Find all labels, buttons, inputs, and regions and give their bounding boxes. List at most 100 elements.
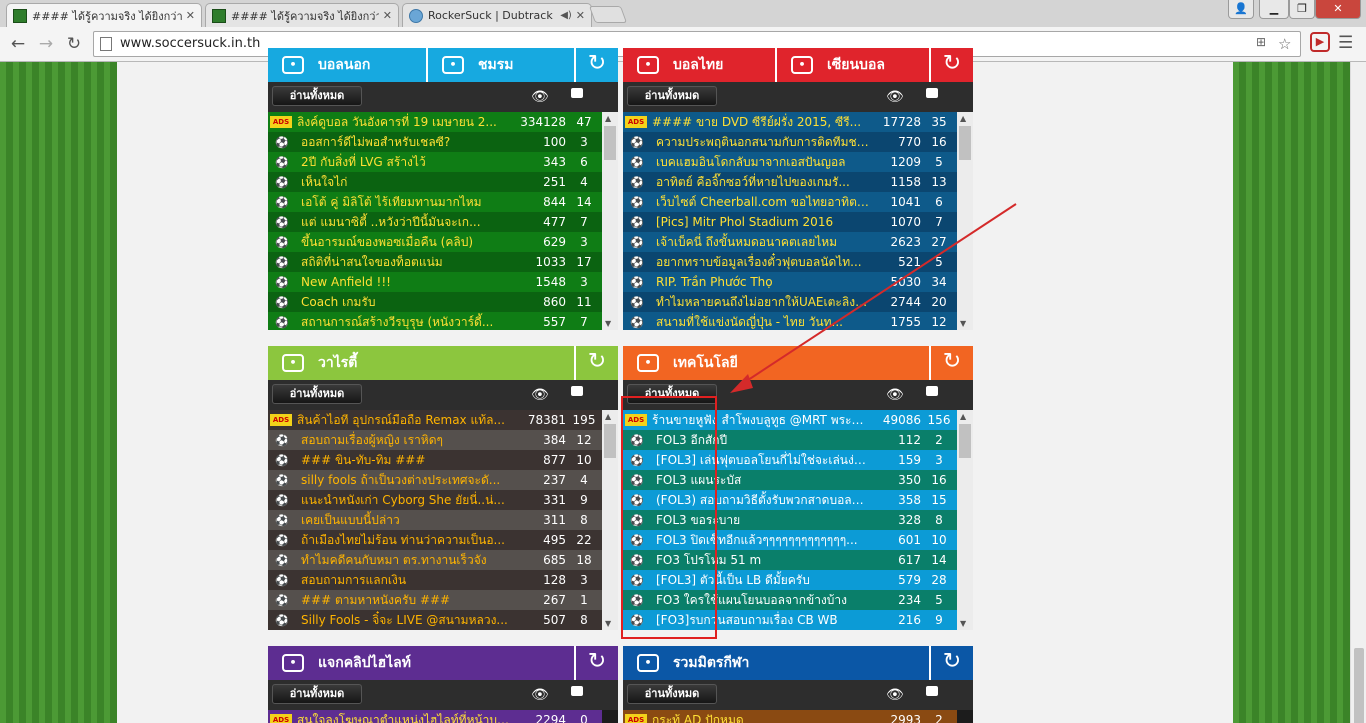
topic-title[interactable]: ร้านขายหูฟัง สำโพงบลูทูธ @MRT พระรา... — [652, 411, 869, 430]
topic-title[interactable]: ### ขิน-ทับ-ทิม ### — [301, 451, 514, 470]
topic-row[interactable]: ⚽ สถิติที่น่าสนใจของท็อตแน่ม 1033 17 — [268, 252, 602, 272]
close-window-button[interactable]: ✕ — [1315, 0, 1361, 19]
scroll-up-icon[interactable]: ▲ — [960, 412, 966, 421]
topic-row[interactable]: ADS ลิงค์ดูบอล วันอังคารที่ 19 เมษายน 2..… — [268, 112, 602, 132]
topic-row[interactable]: ⚽ ถ้าเมืองไทยไม่ร้อน ท่านว่าความเป็นอ... 4… — [268, 530, 602, 550]
topic-row[interactable]: ⚽ เบคแฮมอินโดกลับมาจากเอสปันญอล 1209 5 — [623, 152, 957, 172]
topic-row[interactable]: ⚽ เคยเป็นแบบนี้ปล่าว 311 8 — [268, 510, 602, 530]
refresh-icon[interactable]: ↻ — [929, 48, 973, 82]
topic-title[interactable]: เจ้าเบ็คนี่ ถึงขั้นหมดอนาคตเลยไหม — [656, 233, 869, 252]
panel-tab-0[interactable]: • แจกคลิปไฮไลท์ — [268, 646, 574, 680]
topic-title[interactable]: อยากทราบข้อมูลเรื่องตั๋วฟุตบอลนัดไท... — [656, 253, 869, 272]
topic-title[interactable]: สถิติที่น่าสนใจของท็อตแน่ม — [301, 253, 514, 272]
topic-row[interactable]: ⚽ (FOL3) สอบถามวิธีตั้งรับพวกสาดบอลยา... 3… — [623, 490, 957, 510]
topic-title[interactable]: FOL3 ขอระบาย — [656, 511, 869, 530]
topic-list-scrollbar[interactable]: ▲ ▼ — [602, 112, 618, 330]
topic-row[interactable]: ADS กระทู้ AD ปักหมุด 2993 2 — [623, 710, 957, 723]
topic-title[interactable]: สินค้าไอที อุปกรณ์มือถือ Remax แท้ล... — [297, 411, 514, 430]
topic-row[interactable]: ⚽ 2ปี กับสิ่งที่ LVG สร้างไว้ 343 6 — [268, 152, 602, 172]
panel-tab-0[interactable]: • เทคโนโลยี — [623, 346, 929, 380]
topic-title[interactable]: [FOL3] เล่นฟุตบอลโยนกี่ไม่ใช่จะเล่นง่าย.… — [656, 451, 869, 470]
topic-row[interactable]: ⚽ ออสการ์ดีไม่พอสำหรับเชลซี? 100 3 — [268, 132, 602, 152]
minimize-button[interactable]: ▁ — [1259, 0, 1289, 19]
topic-title[interactable]: เว็บไซต์ Cheerball.com ขอไทยอาทิตย์... — [656, 193, 869, 212]
topic-title[interactable]: แต่ แมนาซิตี้ ..หวังว่าปีนี้มันจะเก... — [301, 213, 514, 232]
topic-title[interactable]: เอโต้ คู่ มิลิโต้ ไร้เทียมทานมากไหม — [301, 193, 514, 212]
topic-row[interactable]: ADS #### ขาย DVD ซีรีย์ฝรั่ง 2015, ซีรี..… — [623, 112, 957, 132]
topic-row[interactable]: ⚽ silly fools ถ้าเป็นวงต่างประเทศจะดั... 2… — [268, 470, 602, 490]
topic-title[interactable]: Coach เกมรับ — [301, 293, 514, 312]
topic-title[interactable]: แนะนำหนังเก่า Cyborg She ยัยนี่..น่... — [301, 491, 514, 510]
read-all-button[interactable]: อ่านทั้งหมด — [627, 384, 717, 404]
topic-row[interactable]: ⚽ RIP. Trần Phước Thọ 5030 34 — [623, 272, 957, 292]
topic-list-scrollbar[interactable]: ▲ ▼ — [957, 112, 973, 330]
topic-title[interactable]: New Anfield !!! — [301, 275, 514, 289]
topic-title[interactable]: สนามที่ใช้แข่งนัดญี่ปุ่น - ไทย วันท... — [656, 313, 869, 331]
read-all-button[interactable]: อ่านทั้งหมด — [272, 684, 362, 704]
topic-row[interactable]: ⚽ FOL3 ปิดเซ็ทอีกแล้วๆๆๆๆๆๆๆๆๆๆๆๆๆ... 601 1… — [623, 530, 957, 550]
topic-row[interactable]: ⚽ สอบถามการแลกเงิน 128 3 — [268, 570, 602, 590]
panel-tab-0[interactable]: • บอลไทย — [623, 48, 775, 82]
topic-row[interactable]: ⚽ อยากทราบข้อมูลเรื่องตั๋วฟุตบอลนัดไท... 5… — [623, 252, 957, 272]
panel-tab-1[interactable]: • ชมรม — [426, 48, 574, 82]
read-all-button[interactable]: อ่านทั้งหมด — [272, 384, 362, 404]
new-tab-button[interactable] — [588, 6, 628, 23]
refresh-icon[interactable]: ↻ — [929, 346, 973, 380]
topic-title[interactable]: ลิงค์ดูบอล วันอังคารที่ 19 เมษายน 2... — [297, 113, 514, 132]
scroll-up-icon[interactable]: ▲ — [605, 412, 611, 421]
topic-row[interactable]: ⚽ New Anfield !!! 1548 3 — [268, 272, 602, 292]
topic-row[interactable]: ⚽ [Pics] Mitr Phol Stadium 2016 1070 7 — [623, 212, 957, 232]
scrollbar-thumb[interactable] — [604, 424, 616, 458]
star-icon[interactable]: ☆ — [1278, 35, 1291, 53]
topic-title[interactable]: [FO3]รบกวนสอบถามเรื่อง CB WB — [656, 611, 869, 630]
read-all-button[interactable]: อ่านทั้งหมด — [272, 86, 362, 106]
tab-soccersuck-2[interactable]: #### ได้รู้ความจริง ได้ยิงกว่า ✕ — [205, 3, 399, 27]
scrollbar-thumb[interactable] — [959, 424, 971, 458]
topic-row[interactable]: ⚽ ขึ้นอารมณ์ของพอซเมื่อคืน (คลิป) 629 3 — [268, 232, 602, 252]
topic-row[interactable]: ⚽ อาทิตย์ คือจิ๊กซอว์ที่หายไปของเกมรั... 1… — [623, 172, 957, 192]
topic-row[interactable]: ADS สนใจลงโฆษณาตำแหน่งไฮไลท์ที่หน้าบร... 2… — [268, 710, 602, 723]
topic-title[interactable]: สอบถามเรื่องผู้หญิง เราหิดๆ — [301, 431, 514, 450]
topic-title[interactable]: ความประพฤตินอกสนามกับการติดทีมชาติไ... — [656, 133, 869, 152]
topic-row[interactable]: ⚽ สถานการณ์สร้างวีรบุรุษ (หนังวาร์ดี้... 5… — [268, 312, 602, 330]
maximize-button[interactable]: ❐ — [1289, 0, 1315, 19]
tab-close-icon[interactable]: ✕ — [383, 9, 392, 22]
topic-title[interactable]: เบคแฮมอินโดกลับมาจากเอสปันญอล — [656, 153, 869, 172]
topic-title[interactable]: ถ้าเมืองไทยไม่ร้อน ท่านว่าความเป็นอ... — [301, 531, 514, 550]
topic-title[interactable]: (FOL3) สอบถามวิธีตั้งรับพวกสาดบอลยา... — [656, 491, 869, 510]
topic-title[interactable]: FO3 โปรโหม 51 m — [656, 551, 869, 570]
topic-title[interactable]: FOL3 อีกสักปี — [656, 431, 869, 450]
topic-title[interactable]: ขึ้นอารมณ์ของพอซเมื่อคืน (คลิป) — [301, 233, 514, 252]
user-profile-button[interactable]: 👤 — [1228, 0, 1254, 19]
topic-row[interactable]: ⚽ [FO3]รบกวนสอบถามเรื่อง CB WB 216 9 — [623, 610, 957, 630]
topic-row[interactable]: ⚽ ความประพฤตินอกสนามกับการติดทีมชาติไ... 7… — [623, 132, 957, 152]
back-icon[interactable]: ← — [6, 32, 30, 56]
panel-tab-0[interactable]: • บอลนอก — [268, 48, 426, 82]
read-all-button[interactable]: อ่านทั้งหมด — [627, 86, 717, 106]
topic-title[interactable]: ออสการ์ดีไม่พอสำหรับเชลซี? — [301, 133, 514, 152]
topic-row[interactable]: ⚽ สนามที่ใช้แข่งนัดญี่ปุ่น - ไทย วันท... 1… — [623, 312, 957, 330]
topic-title[interactable]: สนใจลงโฆษณาตำแหน่งไฮไลท์ที่หน้าบร... — [297, 711, 514, 723]
refresh-icon[interactable]: ↻ — [929, 646, 973, 680]
topic-row[interactable]: ⚽ Coach เกมรับ 860 11 — [268, 292, 602, 312]
topic-title[interactable]: FOL3 ปิดเซ็ทอีกแล้วๆๆๆๆๆๆๆๆๆๆๆๆๆ... — [656, 531, 869, 550]
topic-row[interactable]: ⚽ FO3 โปรโหม 51 m 617 14 — [623, 550, 957, 570]
topic-title[interactable]: #### ขาย DVD ซีรีย์ฝรั่ง 2015, ซีรี... — [652, 113, 869, 132]
topic-row[interactable]: ⚽ สอบถามเรื่องผู้หญิง เราหิดๆ 384 12 — [268, 430, 602, 450]
topic-title[interactable]: 2ปี กับสิ่งที่ LVG สร้างไว้ — [301, 153, 514, 172]
tab-soccersuck-1[interactable]: #### ได้รู้ความจริง ได้ยิงกว่า ✕ — [6, 3, 202, 27]
page-scrollbar-thumb[interactable] — [1354, 648, 1364, 723]
refresh-icon[interactable]: ↻ — [574, 646, 618, 680]
scroll-up-icon[interactable]: ▲ — [605, 114, 611, 123]
topic-row[interactable]: ⚽ ทำไมคดีคนกับหมา ตร.ทางานเร็วจัง 685 18 — [268, 550, 602, 570]
translate-icon[interactable]: ⊞ — [1256, 35, 1266, 49]
topic-row[interactable]: ⚽ แต่ แมนาซิตี้ ..หวังว่าปีนี้มันจะเก... 4… — [268, 212, 602, 232]
reload-icon[interactable]: ↻ — [62, 32, 86, 56]
topic-row[interactable]: ⚽ [FOL3] เล่นฟุตบอลโยนกี่ไม่ใช่จะเล่นง่าย… — [623, 450, 957, 470]
topic-row[interactable]: ⚽ ทำไมหลายคนถึงไม่อยากให้UAEเตะลิงส์ค... 2… — [623, 292, 957, 312]
scroll-up-icon[interactable]: ▲ — [960, 114, 966, 123]
topic-title[interactable]: [FOL3] ตัวนี้เป็น LB ดีมั้ยครับ — [656, 571, 869, 590]
tab-close-icon[interactable]: ✕ — [576, 9, 585, 22]
topic-row[interactable]: ⚽ FOL3 แผนระบัส 350 16 — [623, 470, 957, 490]
topic-title[interactable]: เห็นใจไก่ — [301, 173, 514, 192]
